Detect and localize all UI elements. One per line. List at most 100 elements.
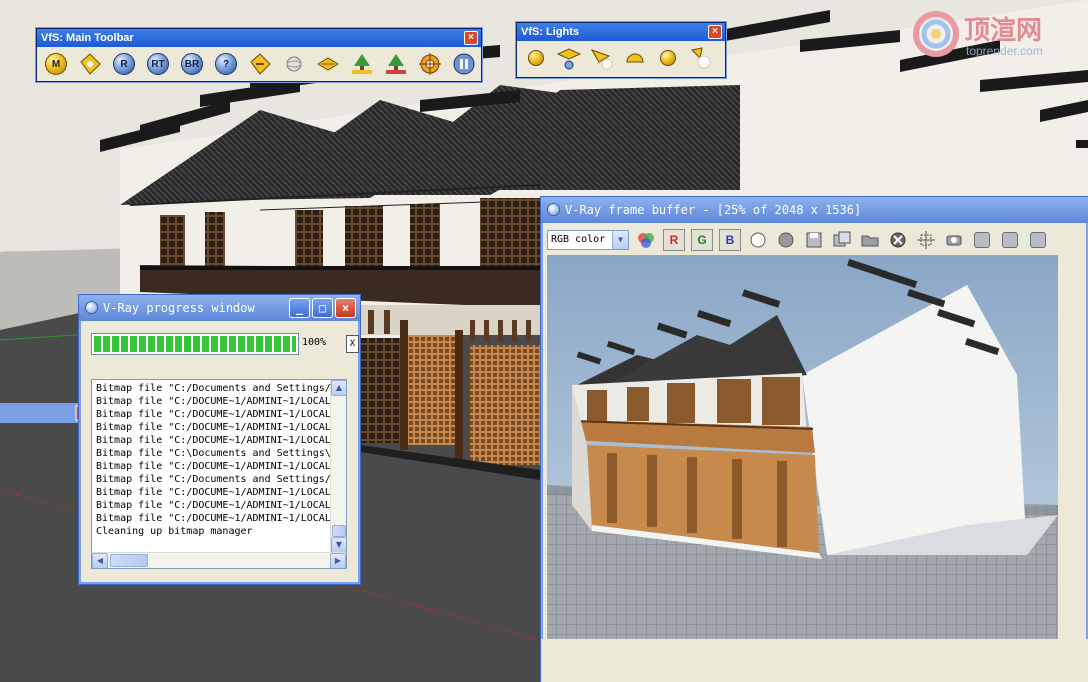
ies-light-button[interactable] — [688, 45, 714, 71]
blue-channel-button[interactable]: B — [719, 229, 741, 251]
watermark-logo-icon — [913, 11, 959, 57]
render-button[interactable]: R — [111, 51, 137, 77]
green-channel-button[interactable]: G — [691, 229, 713, 251]
spot-light-button[interactable] — [589, 45, 615, 71]
rendered-image[interactable] — [547, 255, 1058, 639]
progress-minimize-button[interactable]: _ — [289, 298, 310, 318]
pause-button[interactable] — [451, 51, 477, 77]
red-channel-button[interactable]: R — [663, 229, 685, 251]
infinite-plane-icon — [317, 57, 339, 71]
log-line: Bitmap file "C:/DOCUME~1/ADMINI~1/LOCAL — [96, 513, 330, 524]
log-line: Cleaning up bitmap manager — [96, 526, 253, 537]
lights-toolbar-window: VfS: Lights × — [516, 22, 726, 78]
material-editor-button[interactable]: M — [43, 51, 69, 77]
white-circle-icon — [750, 232, 766, 248]
duplicate-button[interactable] — [831, 229, 853, 251]
vray-progress-window: V-Ray progress window _ □ × 100% X Bitma… — [78, 294, 361, 585]
main-toolbar-buttons: M R RT BR ? — [37, 47, 481, 81]
log-line: Bitmap file "C:/Documents and Settings/ — [96, 383, 330, 394]
watermark-url: toprender.com — [966, 44, 1043, 58]
lights-toolbar-buttons — [517, 41, 725, 75]
progress-close-button[interactable]: × — [335, 298, 356, 318]
scroll-down-arrow-icon[interactable]: ▼ — [331, 537, 346, 553]
infinite-plane-button[interactable] — [315, 51, 341, 77]
scroll-up-arrow-icon[interactable]: ▲ — [331, 380, 346, 396]
vertical-scroll-thumb[interactable] — [332, 525, 346, 537]
lens-effects-button[interactable] — [943, 229, 965, 251]
progress-percent: 100% — [302, 337, 327, 348]
lights-toolbar-close-button[interactable]: × — [708, 25, 722, 39]
rectangle-light-button[interactable] — [556, 45, 582, 71]
horizontal-scroll-thumb[interactable] — [110, 554, 148, 567]
ies-light-icon — [690, 47, 711, 69]
sphere-icon — [286, 56, 302, 72]
sphere-button[interactable] — [281, 51, 307, 77]
clear-button[interactable] — [887, 229, 909, 251]
log-line: Bitmap file "C:/DOCUME~1/ADMINI~1/LOCAL — [96, 461, 330, 472]
rendered-scene — [547, 255, 1058, 639]
license-tag-icon — [250, 53, 271, 75]
progress-window-titlebar[interactable]: V-Ray progress window _ □ × — [79, 295, 360, 321]
omni-light-button[interactable] — [523, 45, 549, 71]
log-vertical-scrollbar[interactable]: ▲ ▼ — [330, 380, 346, 553]
display-correction-button[interactable] — [999, 229, 1021, 251]
render-icon: R — [113, 53, 135, 75]
chevron-down-icon: ▼ — [612, 231, 628, 249]
history-button[interactable] — [1027, 229, 1049, 251]
alpha-button[interactable] — [775, 229, 797, 251]
import-proxy-icon — [386, 54, 406, 74]
vray-window-icon — [85, 301, 98, 314]
omni-light-icon — [528, 50, 544, 66]
dome-light-button[interactable] — [622, 45, 648, 71]
lights-toolbar-titlebar[interactable]: VfS: Lights × — [517, 23, 725, 41]
log-horizontal-scrollbar[interactable]: ◀ ▶ — [92, 552, 346, 568]
license-button[interactable] — [247, 51, 273, 77]
options-button[interactable] — [77, 51, 103, 77]
compare-button[interactable] — [971, 229, 993, 251]
lens-effects-icon — [946, 235, 962, 246]
spot-light-icon — [590, 49, 613, 70]
help-button[interactable]: ? — [213, 51, 239, 77]
material-editor-icon: M — [45, 53, 67, 75]
render-progress-bar — [91, 333, 299, 355]
save-image-button[interactable] — [803, 229, 825, 251]
batch-render-button[interactable]: BR — [179, 51, 205, 77]
log-line: Bitmap file "C:/Documents and Settings/ — [96, 474, 330, 485]
dome-light-icon — [626, 53, 644, 63]
vray-window-icon — [547, 203, 560, 216]
options-tag-icon — [80, 53, 101, 75]
log-line: Bitmap file "C:/DOCUME~1/ADMINI~1/LOCAL — [96, 487, 330, 498]
color-channels-button[interactable] — [635, 229, 657, 251]
frame-buffer-footer — [541, 639, 1088, 682]
rt-render-button[interactable]: RT — [145, 51, 171, 77]
channel-select-value: RGB color — [551, 234, 606, 245]
watermark-title: 顶渲网 — [964, 16, 1043, 46]
main-toolbar-titlebar[interactable]: VfS: Main Toolbar × — [37, 29, 481, 47]
grey-circle-icon — [778, 232, 794, 248]
progress-maximize-button[interactable]: □ — [312, 298, 333, 318]
track-mouse-button[interactable] — [915, 229, 937, 251]
import-proxy-button[interactable] — [383, 51, 409, 77]
main-toolbar-title: VfS: Main Toolbar — [41, 32, 134, 44]
main-toolbar-close-button[interactable]: × — [464, 31, 478, 45]
pause-icon — [453, 53, 475, 75]
rt-render-icon: RT — [147, 53, 169, 75]
export-proxy-icon — [352, 54, 372, 74]
channel-select[interactable]: RGB color ▼ — [547, 230, 629, 250]
scroll-right-arrow-icon[interactable]: ▶ — [330, 553, 346, 568]
log-lines: Bitmap file "C:/Documents and Settings/B… — [96, 382, 330, 538]
frame-buffer-title: V-Ray frame buffer - [25% of 2048 x 1536… — [565, 203, 862, 217]
open-folder-button[interactable] — [859, 229, 881, 251]
sphere-light-button[interactable] — [655, 45, 681, 71]
render-log[interactable]: Bitmap file "C:/Documents and Settings/B… — [91, 379, 347, 569]
export-proxy-button[interactable] — [349, 51, 375, 77]
log-line: Bitmap file "C:\Documents and Settings\ — [96, 448, 330, 459]
progress-cancel-button[interactable]: X — [346, 335, 359, 353]
scroll-left-arrow-icon[interactable]: ◀ — [92, 553, 108, 568]
clear-icon — [890, 232, 906, 248]
camera-focus-button[interactable] — [417, 51, 443, 77]
lights-toolbar-title: VfS: Lights — [521, 26, 580, 38]
frame-buffer-titlebar[interactable]: V-Ray frame buffer - [25% of 2048 x 1536… — [541, 197, 1088, 223]
open-folder-icon — [861, 235, 879, 247]
mono-button[interactable] — [747, 229, 769, 251]
